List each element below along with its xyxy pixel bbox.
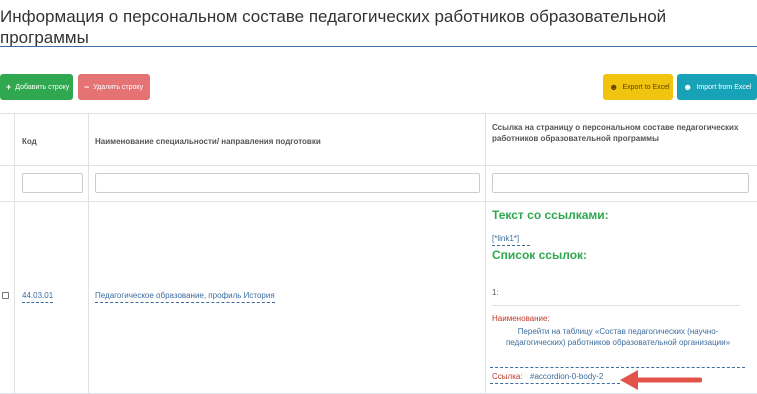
filter-code-input[interactable] (22, 173, 83, 193)
code-cell-link[interactable]: 44.03.01 (22, 291, 54, 303)
plus-icon: + (6, 82, 12, 92)
text-with-links-heading: Текст со ссылками: (492, 208, 609, 222)
table-top-border (0, 113, 757, 114)
link-url-value[interactable]: #accordion-0-body-2 (530, 372, 603, 381)
link-url-underline (490, 383, 620, 384)
link-name-label: Наименование: (492, 314, 550, 323)
delete-row-button[interactable]: − Удалить строку (78, 74, 150, 100)
column-header-name[interactable]: Наименование специальности/ направления … (95, 136, 475, 147)
export-excel-button[interactable]: ☻ Export to Excel (603, 74, 673, 100)
minus-icon: − (84, 82, 90, 92)
user-icon: ☻ (609, 82, 619, 92)
add-row-label: Добавить строку (15, 83, 70, 91)
export-label: Export to Excel (622, 83, 670, 91)
column-header-link[interactable]: Ссылка на страницу о персональном состав… (492, 122, 742, 144)
links-list-heading: Список ссылок: (492, 248, 588, 262)
links-list-item-number: 1: (492, 288, 499, 297)
link-token[interactable]: [*link1*] (492, 234, 519, 243)
import-excel-button[interactable]: ☻ Import from Excel (677, 74, 757, 100)
header-divider (0, 165, 757, 166)
column-header-code[interactable]: Код (22, 136, 37, 147)
filter-link-input[interactable] (492, 173, 749, 193)
page-title: Информация о персональном составе педаго… (0, 7, 667, 47)
column-divider (14, 113, 15, 394)
link-url-label: Ссылка: (492, 372, 523, 381)
link-token-underline (492, 245, 530, 246)
filter-row-divider (0, 201, 757, 202)
add-row-button[interactable]: + Добавить строку (0, 74, 73, 100)
filter-name-input[interactable] (95, 173, 480, 193)
link-name-value[interactable]: Перейти на таблицу «Состав педагогически… (492, 326, 744, 348)
annotation-arrow-icon (620, 370, 702, 390)
links-list-separator (492, 305, 740, 306)
row-checkbox[interactable] (2, 292, 9, 299)
delete-row-label: Удалить строку (93, 83, 144, 91)
column-divider (485, 113, 486, 394)
title-divider (0, 46, 757, 47)
name-cell-link[interactable]: Педагогическое образование, профиль Исто… (95, 291, 275, 303)
user-icon: ☻ (683, 82, 693, 92)
import-label: Import from Excel (696, 83, 752, 91)
column-divider (88, 113, 89, 394)
